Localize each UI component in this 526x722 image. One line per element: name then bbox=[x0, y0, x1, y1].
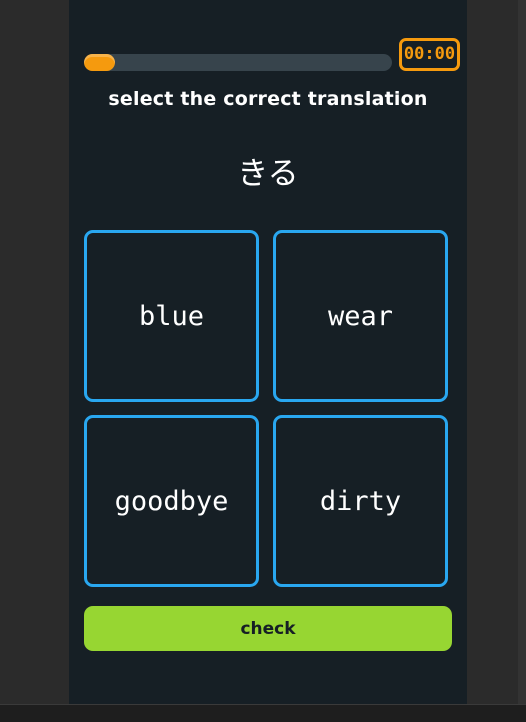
progress-bar-fill bbox=[84, 54, 115, 71]
scrollbar-area bbox=[518, 0, 526, 722]
check-button[interactable]: check bbox=[84, 606, 452, 651]
prompt-word: きる bbox=[237, 156, 299, 192]
answer-option-goodbye[interactable]: goodbye bbox=[84, 415, 259, 587]
answer-option-blue[interactable]: blue bbox=[84, 230, 259, 402]
browser-viewport: 00:00 select the correct translation きる … bbox=[0, 0, 526, 722]
answer-option-dirty[interactable]: dirty bbox=[273, 415, 448, 587]
instruction-text: select the correct translation bbox=[108, 88, 428, 110]
timer-display: 00:00 bbox=[399, 38, 460, 71]
progress-bar bbox=[84, 54, 392, 71]
taskbar-strip bbox=[0, 704, 526, 722]
answer-option-wear[interactable]: wear bbox=[273, 230, 448, 402]
quiz-screen: 00:00 select the correct translation きる … bbox=[69, 0, 467, 704]
